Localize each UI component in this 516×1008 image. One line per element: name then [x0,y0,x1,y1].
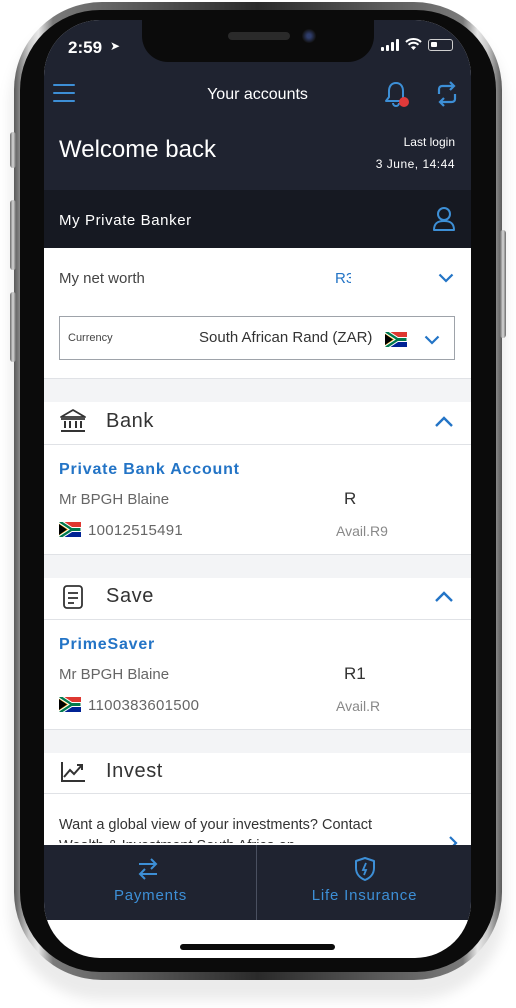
currency-value: South African Rand (ZAR) [199,329,373,346]
divider [44,444,471,445]
section-gap [44,729,471,753]
last-login-date: 3 June, 14:44 [375,157,455,171]
flag-za-icon [385,332,407,347]
volume-down-button [10,292,16,362]
chevron-down-icon[interactable] [424,335,440,345]
section-title-save[interactable]: Save [106,585,154,608]
divider [44,793,471,794]
account-holder: Mr BPGH Blaine [59,491,170,508]
last-login-label: Last login [403,135,455,149]
flag-za-icon [59,697,81,712]
location-arrow-icon: ➤ [110,39,121,53]
account-number: 10012515491 [88,522,184,539]
chevron-down-icon[interactable] [438,273,454,283]
signal-icon [381,38,399,51]
camera [302,29,316,43]
person-icon[interactable] [432,206,456,232]
transfer-icon [138,858,158,880]
available-balance: Avail.R [336,698,381,714]
invest-chart-icon [61,762,85,782]
app-screen: 2:59 ➤ Your accounts Welcome back Last l… [44,20,471,958]
account-balance: R [344,489,357,508]
divider [44,554,471,555]
tab-payments[interactable]: Payments [44,845,257,920]
status-time: 2:59 [68,38,103,57]
status-icons [381,38,453,51]
mute-switch [10,132,16,168]
net-worth-label: My net worth [59,270,145,287]
available-balance: Avail.R9 [336,523,388,539]
tab-payments-label: Payments [113,887,188,904]
invest-message[interactable]: Want a global view of your investments? … [59,815,419,843]
notification-dot [399,97,409,107]
flag-za-icon [59,522,81,537]
bell-icon[interactable] [384,80,412,110]
currency-select[interactable]: Currency South African Rand (ZAR) [59,316,455,360]
tab-life-insurance-label: Life Insurance [311,887,418,904]
chevron-up-icon[interactable] [434,416,454,428]
net-worth-value: R3 [335,270,351,287]
speaker [228,32,290,40]
shield-icon [355,857,375,881]
bottom-tab-bar: Payments Life Insurance [44,845,471,920]
account-name-bank[interactable]: Private Bank Account [59,461,240,479]
chevron-up-icon[interactable] [434,591,454,603]
power-button [500,230,506,338]
tab-life-insurance[interactable]: Life Insurance [258,845,471,920]
notch [142,20,374,62]
sync-icon[interactable] [434,80,460,108]
currency-label: Currency [68,332,113,344]
divider [44,729,471,730]
section-gap [44,554,471,578]
account-balance: R1 [344,664,366,683]
tab-divider [256,845,257,920]
home-indicator[interactable] [180,944,335,950]
account-holder: Mr BPGH Blaine [59,666,170,683]
account-name-save[interactable]: PrimeSaver [59,636,155,654]
save-icon [63,585,83,609]
divider [44,619,471,620]
section-title-invest[interactable]: Invest [106,760,163,783]
bank-icon [60,409,86,432]
private-banker-label: My Private Banker [59,212,192,229]
divider [44,378,471,379]
volume-up-button [10,200,16,270]
welcome-greeting: Welcome back [59,136,216,163]
wifi-icon [405,38,422,50]
account-number: 1100383601500 [88,697,200,714]
battery-icon [428,38,453,51]
private-banker-bar[interactable]: My Private Banker [44,190,471,248]
section-gap [44,378,471,402]
section-title-bank[interactable]: Bank [106,410,154,433]
